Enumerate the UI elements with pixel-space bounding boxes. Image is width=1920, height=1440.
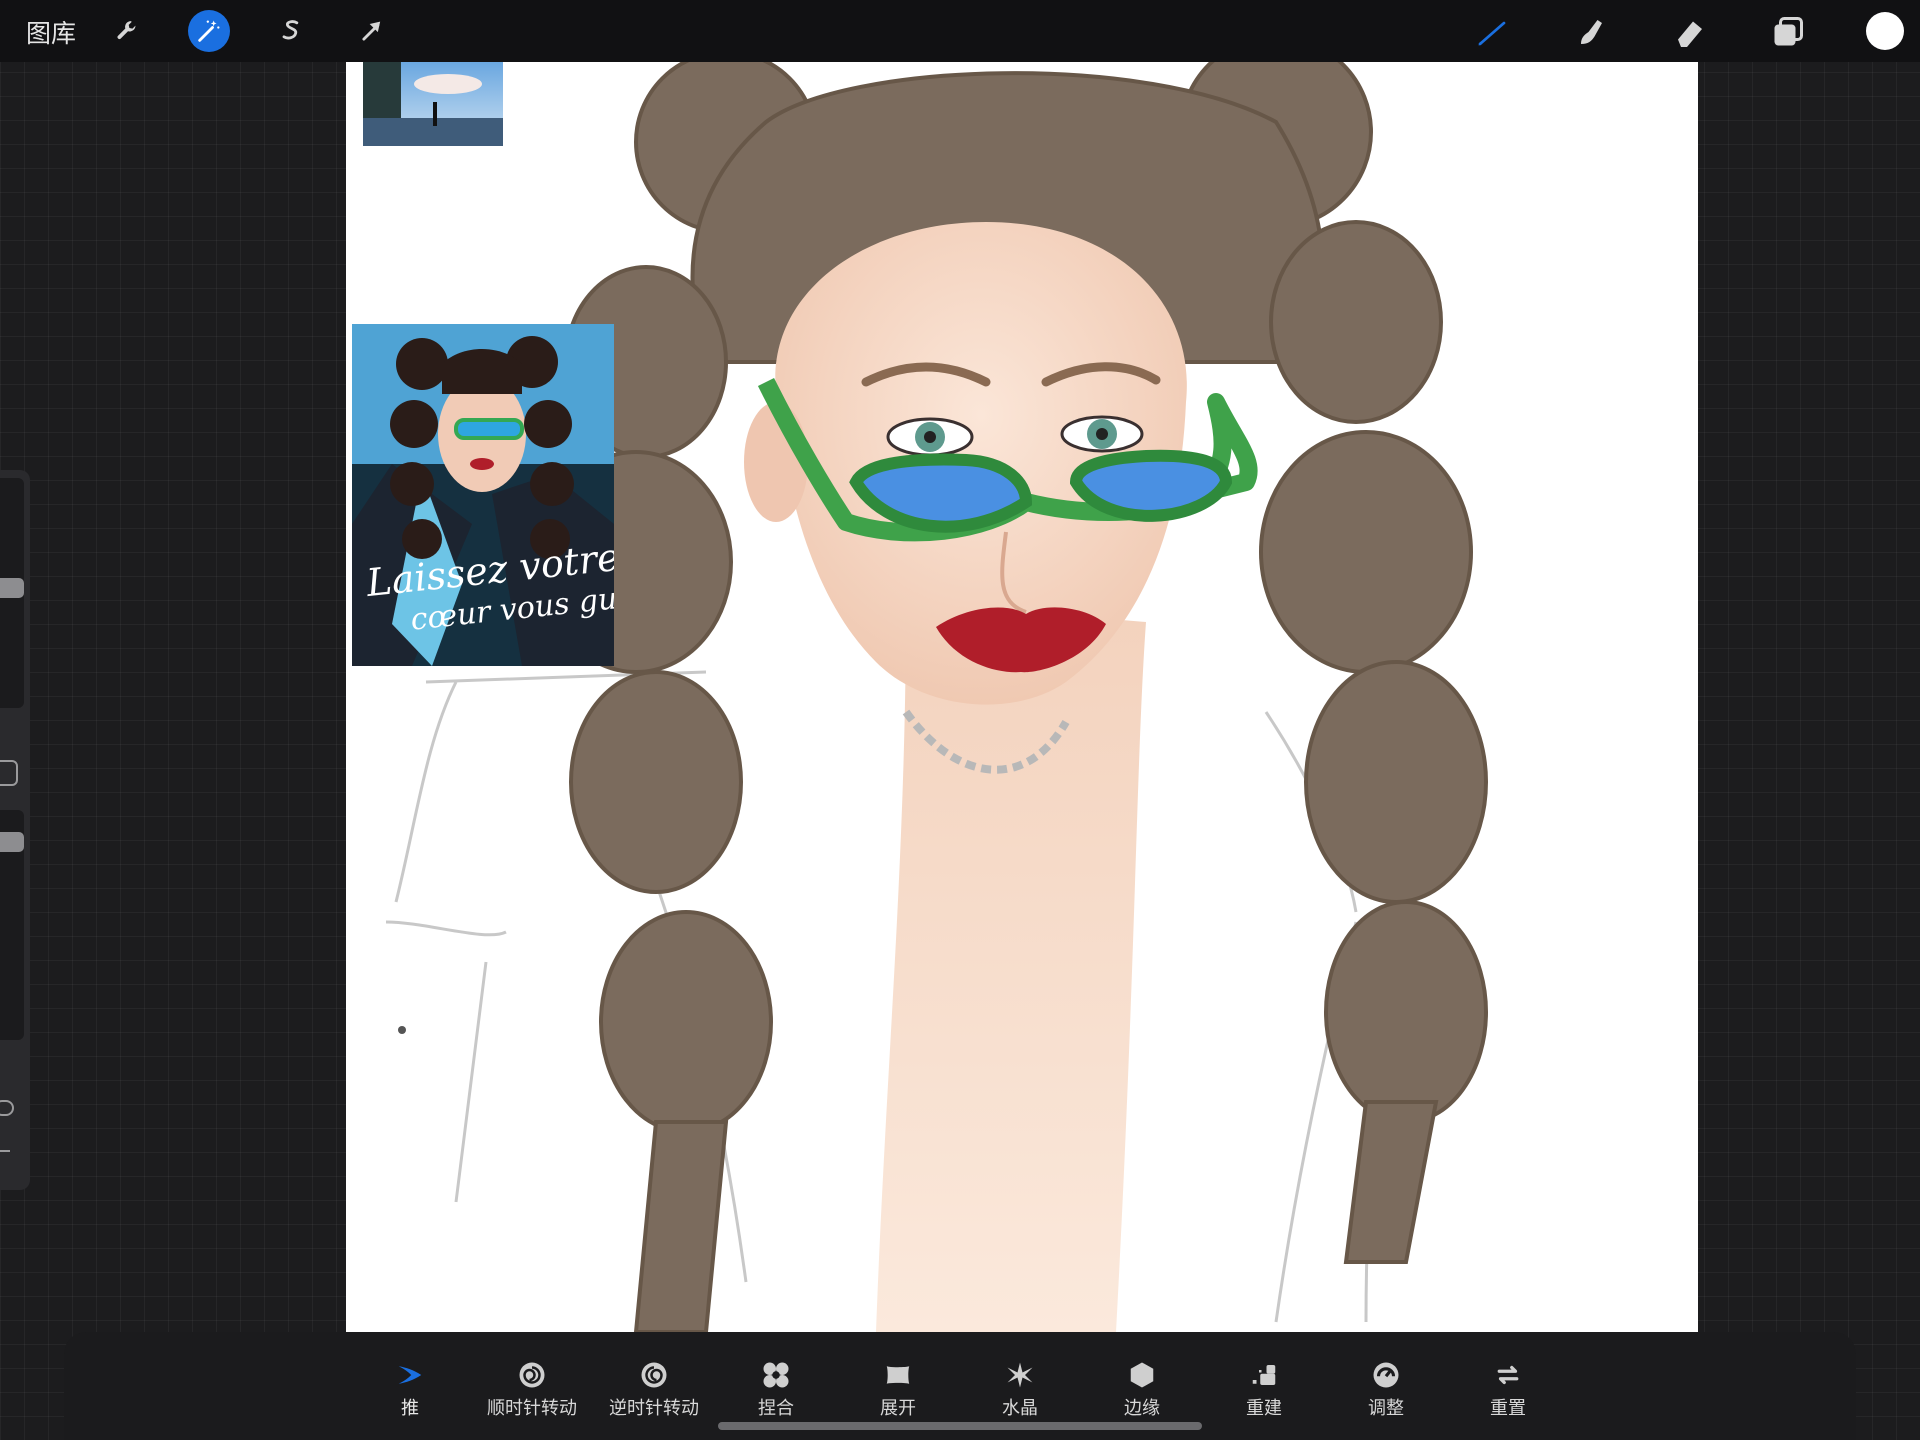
twirl-right-icon	[519, 1362, 545, 1388]
reference-photo-thumbnail[interactable]	[363, 62, 503, 146]
neck-chest	[876, 602, 1146, 1332]
twirl-left-icon	[641, 1362, 667, 1388]
brush-size-slider-thumb[interactable]	[0, 578, 24, 598]
pinch-icon	[763, 1362, 789, 1388]
selection-button[interactable]	[270, 10, 312, 52]
color-picker-button[interactable]	[1866, 12, 1904, 50]
drawing-canvas[interactable]	[346, 62, 1698, 1332]
actions-button[interactable]	[107, 10, 149, 52]
crystals-icon	[1007, 1362, 1033, 1388]
tool-twirl-left-label: 逆时针转动	[609, 1398, 699, 1419]
tool-edge-label: 边缘	[1124, 1398, 1160, 1419]
brush-button[interactable]	[1470, 10, 1514, 54]
tool-reconstruct-label: 重建	[1246, 1398, 1282, 1419]
tool-push-label: 推	[401, 1398, 419, 1419]
tool-reset-label: 重置	[1490, 1398, 1526, 1419]
adjustments-button[interactable]	[188, 10, 230, 52]
tool-reset[interactable]: 重置	[1448, 1360, 1568, 1420]
tool-twirl-right-label: 顺时针转动	[487, 1398, 577, 1419]
tool-expand[interactable]: 展开	[838, 1360, 958, 1420]
tool-crystals-label: 水晶	[1002, 1398, 1038, 1419]
tool-pinch[interactable]: 捏合	[716, 1360, 836, 1420]
layers-icon	[1774, 17, 1803, 46]
opacity-slider-thumb[interactable]	[0, 832, 24, 852]
eraser-button[interactable]	[1668, 10, 1712, 54]
tool-adjust[interactable]: 调整	[1326, 1360, 1446, 1420]
tool-push[interactable]: 推	[350, 1360, 470, 1420]
redo-icon[interactable]	[0, 1150, 10, 1152]
reconstruct-icon	[1252, 1365, 1276, 1385]
eyedropper-modify-button[interactable]	[0, 760, 18, 786]
wrench-icon	[117, 21, 136, 40]
tool-reconstruct[interactable]: 重建	[1204, 1360, 1324, 1420]
reference-poster[interactable]: Laissez votre cœur vous guider	[352, 324, 614, 666]
selection-s-icon	[282, 20, 299, 40]
tool-adjust-label: 调整	[1368, 1398, 1404, 1419]
magic-wand-icon	[198, 20, 220, 42]
transform-button[interactable]	[351, 10, 393, 52]
edge-icon	[1130, 1362, 1154, 1388]
opacity-slider[interactable]	[0, 810, 24, 1040]
tool-twirl-left[interactable]: 逆时针转动	[594, 1360, 714, 1420]
left-sidebar	[0, 470, 30, 1190]
brush-icon	[1478, 21, 1506, 46]
tool-crystals[interactable]: 水晶	[960, 1360, 1080, 1420]
layers-button[interactable]	[1766, 10, 1810, 54]
top-toolbar: 图库	[0, 0, 1920, 62]
tool-twirl-right[interactable]: 顺时针转动	[472, 1360, 592, 1420]
tool-expand-label: 展开	[880, 1398, 916, 1419]
adjust-icon	[1373, 1362, 1399, 1388]
home-indicator[interactable]	[718, 1422, 1202, 1430]
undo-icon[interactable]	[0, 1100, 14, 1116]
smudge-button[interactable]	[1568, 10, 1612, 54]
gallery-button[interactable]: 图库	[26, 14, 76, 50]
push-icon	[398, 1366, 422, 1384]
expand-icon	[886, 1366, 910, 1384]
tool-pinch-label: 捏合	[758, 1398, 794, 1419]
eraser-icon	[1678, 21, 1702, 47]
smudge-icon	[1581, 20, 1602, 44]
tool-edge[interactable]: 边缘	[1082, 1360, 1202, 1420]
artwork-illustration	[385, 62, 1488, 1332]
reset-icon	[1497, 1365, 1519, 1385]
transform-arrow-icon	[362, 21, 381, 41]
landscape-photo-icon	[363, 62, 503, 146]
brush-size-slider[interactable]	[0, 478, 24, 708]
